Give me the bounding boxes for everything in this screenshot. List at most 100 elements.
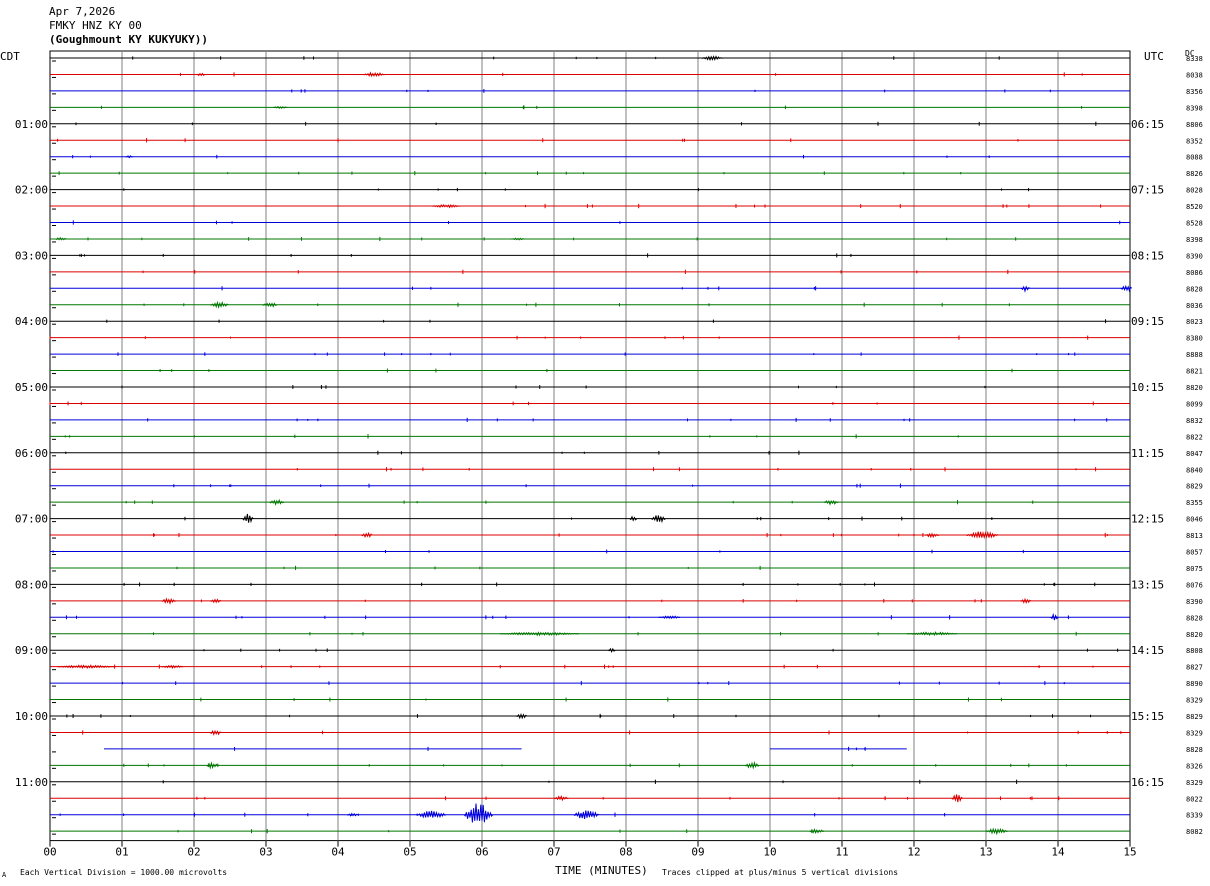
dc-value: 8808 xyxy=(1186,647,1203,655)
dc-value: 8380 xyxy=(1186,335,1203,343)
x-tick-label: 01 xyxy=(115,846,128,859)
dc-value: 8390 xyxy=(1186,252,1203,260)
x-tick-label: 02 xyxy=(187,846,200,859)
dc-value: 8329 xyxy=(1186,729,1203,737)
x-tick-label: 03 xyxy=(259,846,272,859)
dc-value: 8076 xyxy=(1186,581,1203,589)
dc-value: 8829 xyxy=(1186,483,1203,491)
scale-note: Each Vertical Division = 1000.00 microvo… xyxy=(20,868,228,877)
dc-value: 8813 xyxy=(1186,532,1203,540)
x-axis-title: TIME (MINUTES) xyxy=(555,864,648,877)
dc-value: 8329 xyxy=(1186,697,1203,705)
dc-value: 8528 xyxy=(1186,220,1203,228)
x-tick-label: 12 xyxy=(907,846,920,859)
local-hour-label: 06:00 xyxy=(15,447,48,460)
x-tick-label: 09 xyxy=(691,846,704,859)
local-hour-label: 03:00 xyxy=(15,249,48,262)
dc-value: 8828 xyxy=(1186,614,1203,622)
clip-note: Traces clipped at plus/minus 5 vertical … xyxy=(662,868,899,877)
utc-hour-label: 14:15 xyxy=(1131,644,1164,657)
seismic-event xyxy=(210,598,222,604)
dc-value: 8888 xyxy=(1186,351,1203,359)
plot-frame xyxy=(49,50,1131,842)
utc-hour-label: 08:15 xyxy=(1131,249,1164,262)
utc-hour-label: 07:15 xyxy=(1131,184,1164,197)
dc-value: 8046 xyxy=(1186,516,1203,524)
seismic-event xyxy=(516,712,528,720)
dc-value: 8832 xyxy=(1186,417,1203,425)
seismic-event xyxy=(209,729,222,736)
dc-value: 8057 xyxy=(1186,549,1203,557)
dc-value: 8820 xyxy=(1186,384,1203,392)
dc-value: 8038 xyxy=(1186,71,1203,79)
dc-value: 8099 xyxy=(1186,400,1203,408)
x-tick-label: 08 xyxy=(619,846,632,859)
seismic-event xyxy=(125,155,133,159)
dc-value: 8826 xyxy=(1186,170,1203,178)
dc-value: 8840 xyxy=(1186,466,1203,474)
seismic-event xyxy=(273,105,288,109)
dc-value: 8028 xyxy=(1186,187,1203,195)
local-hour-label: 01:00 xyxy=(15,118,48,131)
dc-value: 8036 xyxy=(1186,302,1203,310)
seismic-event xyxy=(346,812,358,817)
local-hour-label: 09:00 xyxy=(15,644,48,657)
dc-value: 8352 xyxy=(1186,137,1203,145)
dc-value: 8338 xyxy=(1186,55,1203,63)
dc-value: 8821 xyxy=(1186,368,1203,376)
dc-value: 8022 xyxy=(1186,795,1203,803)
local-hour-label: 10:00 xyxy=(15,710,48,723)
dc-value: 8329 xyxy=(1186,779,1203,787)
dc-value: 8047 xyxy=(1186,450,1203,458)
utc-hour-label: 13:15 xyxy=(1131,578,1164,591)
x-tick-label: 15 xyxy=(1123,846,1136,859)
dc-value: 8398 xyxy=(1186,236,1203,244)
dc-value: 8088 xyxy=(1186,154,1203,162)
local-hour-label: 05:00 xyxy=(15,381,48,394)
seismic-event xyxy=(55,236,67,241)
x-tick-label: 07 xyxy=(547,846,560,859)
dc-value: 8822 xyxy=(1186,433,1203,441)
dc-value: 8082 xyxy=(1186,828,1203,836)
seismic-event xyxy=(269,498,285,506)
x-tick-label: 11 xyxy=(835,846,848,859)
seismic-event xyxy=(658,615,681,620)
corner-mark: A xyxy=(2,871,7,879)
x-tick-label: 06 xyxy=(475,846,488,859)
dc-value: 8356 xyxy=(1186,88,1203,96)
x-tick-label: 04 xyxy=(331,846,345,859)
seismic-event xyxy=(951,794,963,803)
dc-value: 8820 xyxy=(1186,631,1203,639)
dc-value: 8829 xyxy=(1186,713,1203,721)
seismic-event xyxy=(57,664,115,670)
utc-hour-label: 06:15 xyxy=(1131,118,1164,131)
dc-value: 8398 xyxy=(1186,104,1203,112)
dc-value: 8390 xyxy=(1186,598,1203,606)
dc-value: 8086 xyxy=(1186,269,1203,277)
dc-value: 8806 xyxy=(1186,121,1203,129)
dc-value: 8355 xyxy=(1186,499,1203,507)
seismic-event xyxy=(242,513,254,524)
dc-value: 8075 xyxy=(1186,565,1203,573)
utc-hour-label: 09:15 xyxy=(1131,315,1164,328)
helicorder-plot: 00 01 02 03 04 05 06 07 08 09 10 11 12 13 14 15 01:00 06:… xyxy=(15,50,1203,859)
dc-value: 8890 xyxy=(1186,680,1203,688)
utc-hour-label: 12:15 xyxy=(1131,513,1164,526)
dc-value: 8339 xyxy=(1186,812,1203,820)
x-tick-label: 14 xyxy=(1051,846,1065,859)
utc-hour-label: 11:15 xyxy=(1131,447,1164,460)
utc-hour-label: 10:15 xyxy=(1131,381,1164,394)
local-hour-label: 02:00 xyxy=(15,184,48,197)
dc-value: 8023 xyxy=(1186,318,1203,326)
dc-value: 8326 xyxy=(1186,762,1203,770)
x-tick-label: 13 xyxy=(979,846,992,859)
local-hour-label: 04:00 xyxy=(15,315,48,328)
seismic-event xyxy=(361,531,373,539)
seismic-event xyxy=(210,300,229,309)
utc-hour-label: 15:15 xyxy=(1131,710,1164,723)
dc-value: 8828 xyxy=(1186,285,1203,293)
seismic-event xyxy=(1020,597,1032,604)
seismic-event xyxy=(463,803,494,823)
dc-value: 8520 xyxy=(1186,203,1203,211)
x-tick-label: 05 xyxy=(403,846,416,859)
